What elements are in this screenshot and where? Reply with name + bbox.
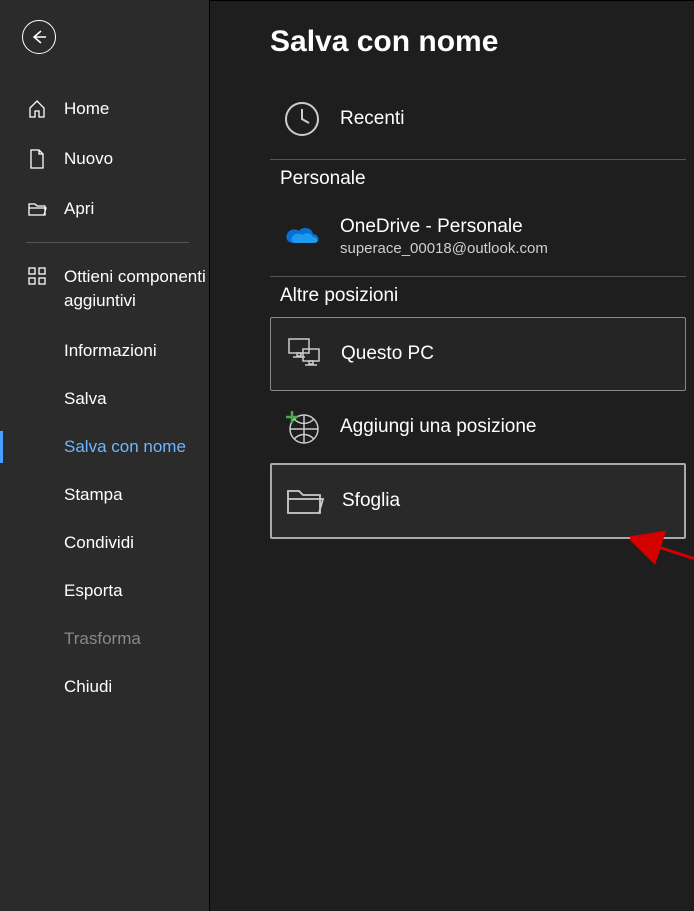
annotation-arrow-icon [630, 531, 694, 611]
clock-icon [280, 97, 324, 141]
location-onedrive[interactable]: OneDrive - Personale superace_00018@outl… [270, 200, 686, 272]
sidebar-item-label: Condividi [64, 533, 134, 553]
sidebar-item-label: Chiudi [64, 677, 112, 697]
sidebar-item-label: Apri [64, 199, 94, 219]
sidebar-item-print[interactable]: Stampa [0, 471, 209, 519]
location-browse[interactable]: Sfoglia [270, 463, 686, 539]
location-label: OneDrive - Personale [340, 216, 548, 238]
this-pc-icon [281, 332, 325, 376]
sidebar-item-label: Home [64, 99, 109, 119]
sidebar-item-label: Esporta [64, 581, 123, 601]
sidebar-item-label: Nuovo [64, 149, 113, 169]
file-icon [26, 148, 48, 170]
sidebar-item-addins[interactable]: Ottieni componenti aggiuntivi [0, 251, 209, 327]
location-label: Sfoglia [342, 490, 400, 512]
location-label: Recenti [340, 108, 404, 130]
grid-icon [26, 265, 48, 287]
main-panel: Salva con nome Recenti Personale OneDriv… [210, 0, 694, 911]
sidebar-item-label: Informazioni [64, 341, 157, 361]
location-sub: superace_00018@outlook.com [340, 240, 548, 257]
sidebar-item-open[interactable]: Apri [0, 184, 209, 234]
home-icon [26, 98, 48, 120]
back-button[interactable] [22, 20, 56, 54]
location-this-pc[interactable]: Questo PC [270, 317, 686, 391]
section-other: Altre posizioni [270, 277, 686, 317]
sidebar-item-home[interactable]: Home [0, 84, 209, 134]
page-title: Salva con nome [270, 25, 686, 59]
back-arrow-icon [30, 28, 48, 46]
section-personal: Personale [270, 160, 686, 200]
sidebar-item-label: Salva [64, 389, 107, 409]
divider [26, 242, 189, 243]
sidebar-item-info[interactable]: Informazioni [0, 327, 209, 375]
sidebar-item-label: Trasforma [64, 629, 141, 649]
sidebar-item-save-as[interactable]: Salva con nome [0, 423, 209, 471]
location-label: Questo PC [341, 343, 434, 365]
location-add-place[interactable]: Aggiungi una posizione [270, 391, 686, 463]
sidebar-item-export[interactable]: Esporta [0, 567, 209, 615]
sidebar-item-label: Ottieni componenti aggiuntivi [64, 265, 209, 313]
sidebar-item-label: Salva con nome [64, 437, 186, 457]
folder-open-icon [26, 198, 48, 220]
sidebar-item-new[interactable]: Nuovo [0, 134, 209, 184]
sidebar-item-label: Stampa [64, 485, 123, 505]
sidebar: Home Nuovo Apri Ottieni componenti aggiu… [0, 0, 210, 911]
add-location-icon [280, 405, 324, 449]
sidebar-item-save[interactable]: Salva [0, 375, 209, 423]
sidebar-item-share[interactable]: Condividi [0, 519, 209, 567]
location-label: Aggiungi una posizione [340, 416, 537, 438]
sidebar-item-close[interactable]: Chiudi [0, 663, 209, 711]
location-recent[interactable]: Recenti [270, 83, 686, 155]
folder-icon [282, 479, 326, 523]
sidebar-item-transform: Trasforma [0, 615, 209, 663]
onedrive-icon [280, 214, 324, 258]
